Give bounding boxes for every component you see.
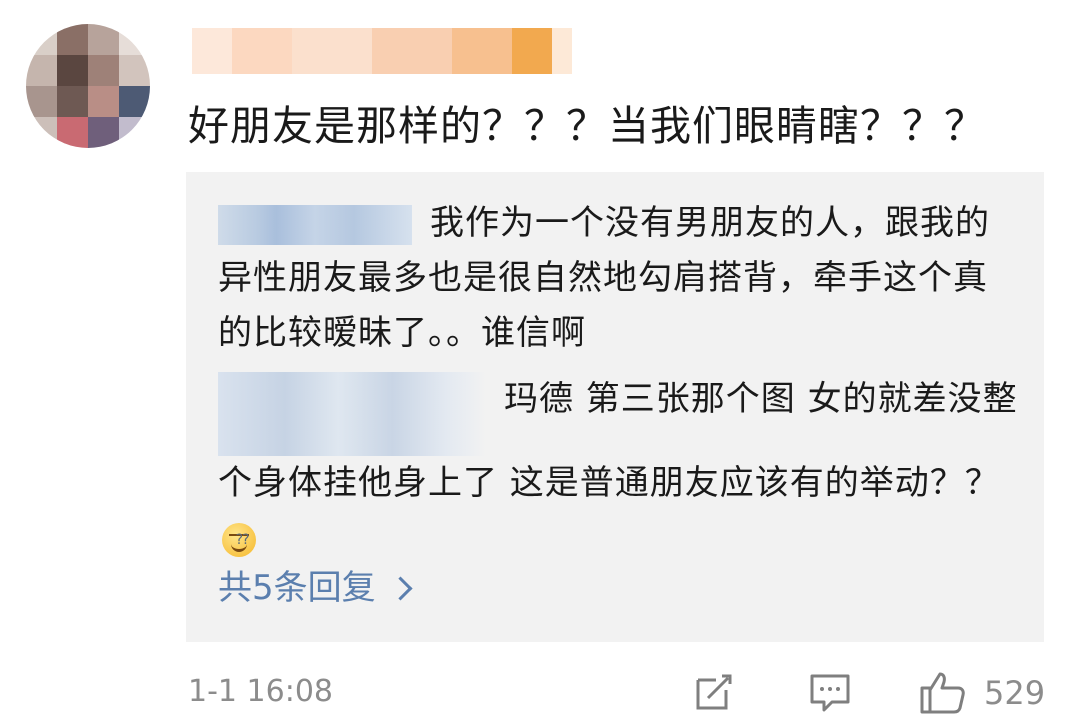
timestamp: 1-1 16:08 [188, 674, 333, 709]
more-replies-link[interactable]: 共5条回复 [218, 564, 413, 612]
reply-username-blurred[interactable] [218, 204, 412, 245]
chevron-right-icon [388, 575, 413, 601]
like-count: 529 [984, 674, 1046, 712]
avatar[interactable] [26, 24, 150, 148]
comment-footer: 1-1 16:08 529 [188, 670, 1048, 716]
reply-item[interactable]: 玛德 第三张那个图 女的就差没整个身体挂他身上了 这是普通朋友应该有的举动？？ ⁇ [218, 372, 1018, 566]
thumbs-up-icon [920, 672, 965, 714]
reply-username-blurred[interactable] [218, 372, 486, 456]
comment-text: 好朋友是那样的？？？当我们眼睛瞎？？？ [188, 102, 986, 150]
edit-button[interactable] [692, 670, 736, 714]
edit-icon [696, 674, 732, 710]
more-replies-label: 共5条回复 [218, 568, 376, 608]
comment-icon [810, 674, 850, 712]
like-button[interactable] [918, 670, 965, 714]
sweat-smile-emoji-icon: ⁇ [222, 522, 256, 557]
reply-item[interactable]: 我作为一个没有男朋友的人，跟我的异性朋友最多也是很自然地勾肩搭背，牵手这个真的比… [218, 196, 1018, 361]
reply-box[interactable]: 我作为一个没有男朋友的人，跟我的异性朋友最多也是很自然地勾肩搭背，牵手这个真的比… [186, 172, 1044, 642]
username-blurred[interactable] [192, 28, 572, 74]
comment-button[interactable] [808, 670, 852, 714]
